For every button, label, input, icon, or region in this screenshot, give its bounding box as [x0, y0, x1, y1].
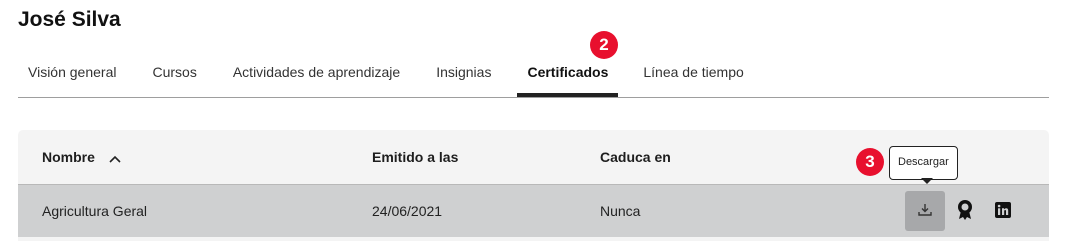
column-header-issued: Emitido a las	[372, 149, 459, 165]
step-badge-3: 3	[856, 148, 884, 176]
share-linkedin-button[interactable]	[993, 201, 1013, 221]
tooltip-pointer	[921, 178, 933, 184]
tab-badges[interactable]: Insignias	[426, 52, 501, 97]
download-tooltip: Descargar	[889, 146, 958, 180]
column-header-expires: Caduca en	[600, 149, 671, 165]
tab-timeline[interactable]: Línea de tiempo	[633, 52, 753, 97]
award-ribbon-icon	[956, 199, 974, 224]
tab-overview[interactable]: Visión general	[18, 52, 126, 97]
table-row: Agricultura Geral 24/06/2021 Nunca	[18, 185, 1049, 237]
tab-courses[interactable]: Cursos	[142, 52, 206, 97]
linkedin-icon	[995, 201, 1011, 221]
view-certificate-button[interactable]	[953, 199, 977, 223]
step-badge-2: 2	[590, 31, 618, 59]
column-header-name[interactable]: Nombre	[42, 130, 121, 185]
profile-tabs: Visión general Cursos Actividades de apr…	[18, 52, 1049, 98]
column-header-name-label: Nombre	[42, 149, 95, 165]
download-icon	[917, 202, 933, 221]
user-name-heading: José Silva	[18, 8, 121, 31]
chevron-up-icon	[109, 131, 121, 185]
download-button[interactable]	[905, 191, 945, 231]
tab-learning-activities[interactable]: Actividades de aprendizaje	[223, 52, 410, 97]
certificate-issued-date: 24/06/2021	[372, 203, 443, 219]
certificate-name: Agricultura Geral	[42, 203, 148, 219]
certificate-expiry: Nunca	[600, 203, 641, 219]
